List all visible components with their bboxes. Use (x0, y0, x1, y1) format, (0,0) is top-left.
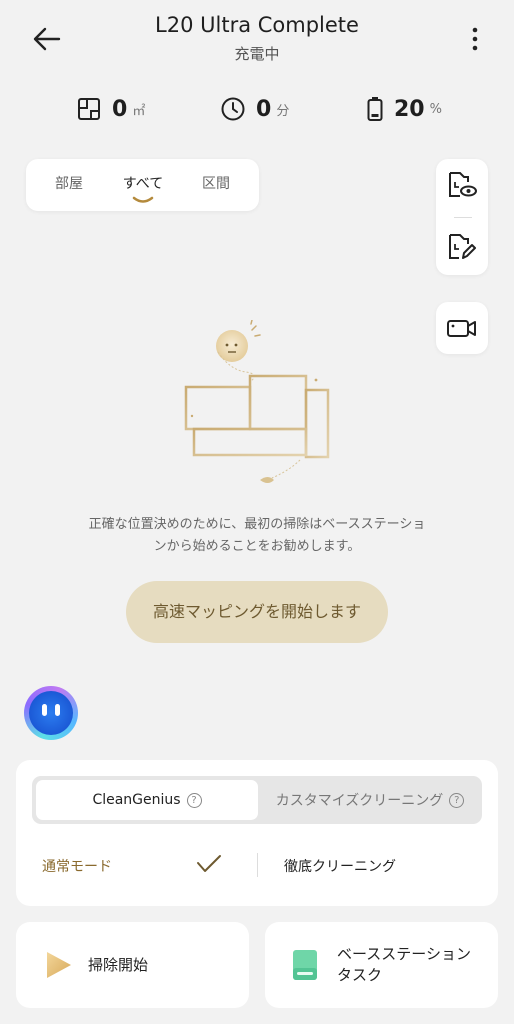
custom-cleaning-label: カスタマイズクリーニング (275, 793, 444, 809)
floorplan-icon (78, 98, 100, 120)
checkmark-icon (197, 855, 221, 872)
start-clean-label: 掃除開始 (88, 956, 149, 974)
area-unit: ㎡ (132, 103, 146, 119)
empty-map-illustration (184, 320, 330, 483)
base-station-label-line-1: ベースステーション (337, 945, 471, 963)
map-tools-card (436, 159, 488, 275)
base-station-label-line-2: タスク (337, 966, 383, 984)
help-icon[interactable]: ? (186, 792, 202, 808)
video-camera-icon (447, 320, 476, 337)
battery-icon (367, 97, 383, 121)
edit-map-button[interactable] (446, 231, 478, 267)
device-title: L20 Ultra Complete (155, 13, 359, 37)
assistant-face-icon (29, 691, 73, 735)
cleangenius-label: CleanGenius (92, 792, 181, 808)
cleaning-time-stat: 0 分 (220, 92, 289, 126)
start-clean-button[interactable]: 掃除開始 (16, 922, 249, 1008)
tool-divider (454, 217, 472, 218)
map-view-icon (449, 172, 477, 197)
base-station-icon (293, 950, 317, 980)
video-camera-button[interactable] (446, 312, 478, 348)
cleangenius-option[interactable]: CleanGenius ? (36, 780, 258, 820)
battery-stat: 20 % (366, 92, 442, 126)
cleaning-mode-panel: CleanGenius ? カスタマイズクリーニング ? 通常モード 徹底クリー… (16, 760, 498, 906)
map-view-tabs: 部屋 すべて 区間 (26, 159, 259, 211)
battery-value: 20 (394, 96, 425, 122)
view-map-button[interactable] (446, 169, 478, 205)
custom-cleaning-option[interactable]: カスタマイズクリーニング ? (262, 780, 478, 820)
deep-clean-option[interactable]: 徹底クリーニング (284, 856, 396, 876)
more-vertical-icon (472, 27, 478, 51)
map-hint-message: 正確な位置決めのために、最初の掃除はベースステーショ ンから始めることをお勧めし… (40, 514, 474, 558)
more-menu-button[interactable] (462, 24, 488, 54)
device-status: 充電中 (234, 45, 280, 63)
video-card (436, 302, 488, 354)
ai-assistant-button[interactable] (24, 686, 78, 740)
battery-unit: % (429, 101, 442, 117)
base-station-label: ベースステーション タスク (337, 944, 471, 986)
mode-divider (257, 853, 258, 877)
map-hint-line-1: 正確な位置決めのために、最初の掃除はベースステーショ (88, 517, 426, 532)
map-hint-line-2: ンから始めることをお勧めします。 (153, 539, 361, 554)
time-value: 0 (256, 96, 272, 122)
map-edit-icon (449, 234, 476, 259)
cleaned-area-stat: 0 ㎡ (76, 92, 145, 126)
area-value: 0 (112, 96, 128, 122)
help-icon[interactable]: ? (449, 792, 465, 808)
tab-rooms[interactable]: 部屋 (34, 173, 104, 193)
play-icon (47, 952, 71, 978)
cleaning-mode-toggle: CleanGenius ? カスタマイズクリーニング ? (32, 776, 482, 824)
clock-icon (221, 97, 245, 121)
active-tab-indicator (132, 196, 154, 203)
time-unit: 分 (276, 103, 290, 119)
start-fast-mapping-button[interactable]: 高速マッピングを開始します (126, 581, 388, 643)
tab-zones[interactable]: 区間 (181, 173, 251, 193)
tab-all[interactable]: すべて (108, 173, 178, 193)
normal-mode-option[interactable]: 通常モード (42, 856, 112, 876)
base-station-task-button[interactable]: ベースステーション タスク (265, 922, 498, 1008)
